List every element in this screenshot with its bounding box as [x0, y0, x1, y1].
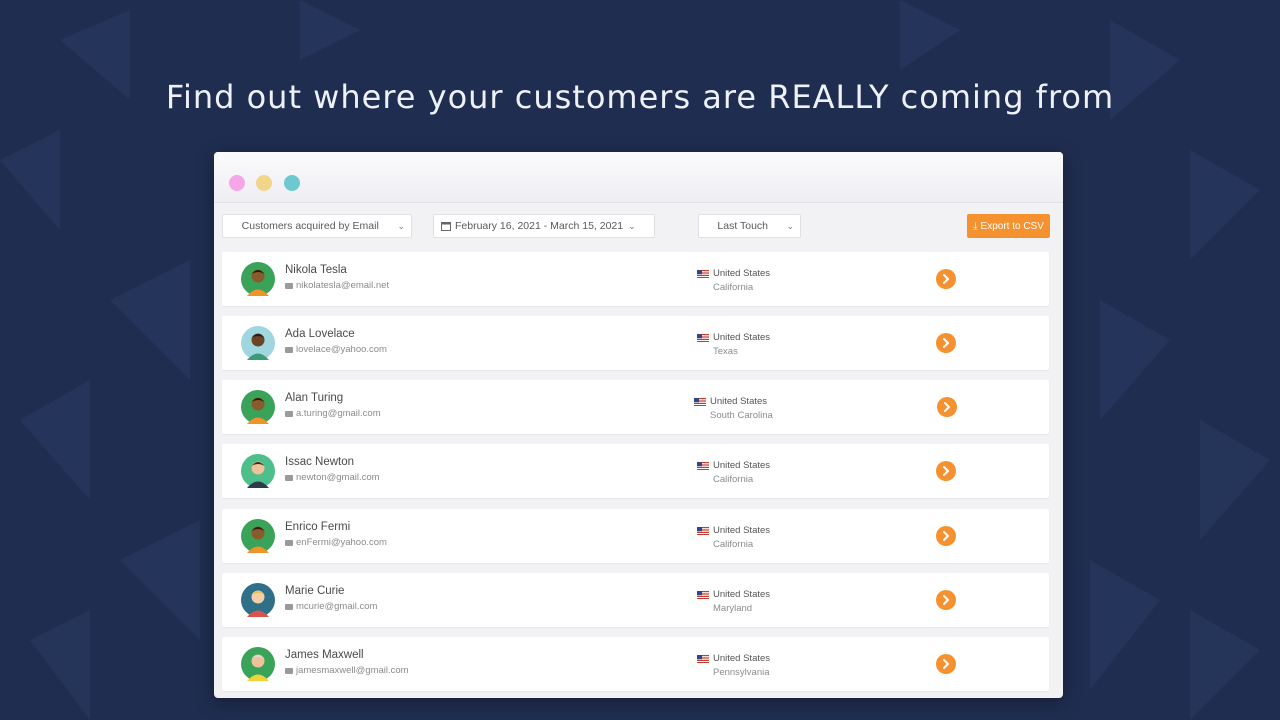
customer-country: United States: [697, 332, 770, 343]
view-customer-button[interactable]: [936, 590, 956, 610]
customer-country: United States: [697, 460, 770, 471]
channel-select[interactable]: Customers acquired by Email ⌄: [222, 214, 412, 238]
us-flag-icon: [694, 397, 706, 406]
chevron-right-icon: [944, 402, 951, 412]
us-flag-icon: [697, 526, 709, 535]
app-window: Customers acquired by Email ⌄ February 1…: [214, 152, 1063, 698]
export-csv-button[interactable]: ⤓ Export to CSV: [967, 214, 1050, 238]
avatar: [241, 583, 275, 617]
window-titlebar: [214, 152, 1063, 203]
customer-row: James Maxwell jamesmaxwell@gmail.com Uni…: [222, 637, 1049, 691]
customer-row: Nikola Tesla nikolatesla@email.net Unite…: [222, 252, 1049, 306]
customer-email: a.turing@gmail.com: [285, 408, 381, 419]
customer-name: Issac Newton: [285, 456, 355, 468]
us-flag-icon: [697, 333, 709, 342]
chevron-right-icon: [943, 595, 950, 605]
avatar: [241, 390, 275, 424]
chevron-right-icon: [943, 531, 950, 541]
customer-name: Nikola Tesla: [285, 264, 347, 276]
avatar: [241, 262, 275, 296]
maximize-dot[interactable]: [284, 175, 300, 191]
customer-row: Marie Curie mcurie@gmail.com United Stat…: [222, 573, 1049, 627]
view-customer-button[interactable]: [936, 461, 956, 481]
us-flag-icon: [697, 269, 709, 278]
customer-country: United States: [694, 396, 767, 407]
customer-country: United States: [697, 589, 770, 600]
customer-email: newton@gmail.com: [285, 472, 380, 483]
customer-region: California: [713, 474, 754, 485]
customer-country: United States: [697, 653, 770, 664]
customer-email: lovelace@yahoo.com: [285, 344, 387, 355]
view-customer-button[interactable]: [936, 526, 956, 546]
view-customer-button[interactable]: [937, 397, 957, 417]
filter-toolbar: Customers acquired by Email ⌄ February 1…: [214, 203, 1063, 251]
customer-email: nikolatesla@email.net: [285, 280, 389, 291]
customer-name: Ada Lovelace: [285, 328, 355, 340]
us-flag-icon: [697, 461, 709, 470]
avatar: [241, 647, 275, 681]
close-dot[interactable]: [229, 175, 245, 191]
mail-icon: [285, 603, 293, 610]
chevron-down-icon: ⌄: [786, 220, 794, 231]
chevron-right-icon: [943, 466, 950, 476]
customer-email: enFermi@yahoo.com: [285, 537, 387, 548]
mail-icon: [285, 410, 293, 417]
chevron-down-icon: ⌄: [397, 220, 405, 231]
us-flag-icon: [697, 654, 709, 663]
customer-name: Alan Turing: [285, 392, 344, 404]
chevron-down-icon: ⌄: [628, 220, 636, 231]
customer-row: Alan Turing a.turing@gmail.com United St…: [222, 380, 1049, 434]
customer-row: Enrico Fermi enFermi@yahoo.com United St…: [222, 509, 1049, 563]
view-customer-button[interactable]: [936, 333, 956, 353]
mail-icon: [285, 346, 293, 353]
customer-row: Ada Lovelace lovelace@yahoo.com United S…: [222, 316, 1049, 370]
avatar: [241, 326, 275, 360]
customer-region: California: [713, 539, 754, 550]
mail-icon: [285, 539, 293, 546]
customer-country: United States: [697, 525, 770, 536]
avatar: [241, 454, 275, 488]
avatar: [241, 519, 275, 553]
customer-name: Marie Curie: [285, 585, 345, 597]
attribution-select[interactable]: Last Touch ⌄: [698, 214, 801, 238]
date-range-picker[interactable]: February 16, 2021 - March 15, 2021 ⌄: [433, 214, 655, 238]
customer-name: Enrico Fermi: [285, 521, 351, 533]
calendar-icon: [441, 222, 451, 231]
mail-icon: [285, 282, 293, 289]
customer-name: James Maxwell: [285, 649, 364, 661]
chevron-right-icon: [943, 338, 950, 348]
customer-row: Issac Newton newton@gmail.com United Sta…: [222, 444, 1049, 498]
us-flag-icon: [697, 590, 709, 599]
customer-email: jamesmaxwell@gmail.com: [285, 665, 409, 676]
customer-region: Texas: [713, 346, 738, 357]
customer-region: Maryland: [713, 603, 753, 614]
customer-email: mcurie@gmail.com: [285, 601, 377, 612]
customer-region: South Carolina: [710, 410, 773, 421]
download-icon: ⤓: [973, 220, 978, 232]
mail-icon: [285, 474, 293, 481]
view-customer-button[interactable]: [936, 269, 956, 289]
chevron-right-icon: [943, 274, 950, 284]
customer-country: United States: [697, 268, 770, 279]
customer-region: Pennsylvania: [713, 667, 770, 678]
mail-icon: [285, 667, 293, 674]
headline: Find out where your customers are REALLY…: [165, 78, 1115, 116]
chevron-right-icon: [943, 659, 950, 669]
minimize-dot[interactable]: [256, 175, 272, 191]
view-customer-button[interactable]: [936, 654, 956, 674]
customer-region: California: [713, 282, 754, 293]
